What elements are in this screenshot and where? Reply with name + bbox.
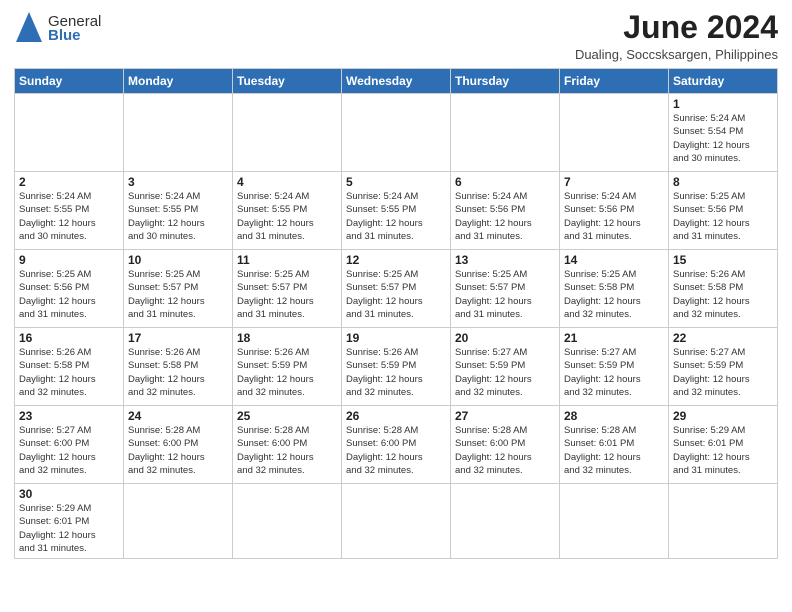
day-17: 17 Sunrise: 5:26 AMSunset: 5:58 PMDaylig… — [124, 328, 233, 406]
title-area: June 2024 Dualing, Soccsksargen, Philipp… — [575, 10, 778, 62]
header-wednesday: Wednesday — [342, 69, 451, 94]
month-title: June 2024 — [575, 10, 778, 45]
day-11: 11 Sunrise: 5:25 AMSunset: 5:57 PMDaylig… — [233, 250, 342, 328]
day-6: 6 Sunrise: 5:24 AMSunset: 5:56 PMDayligh… — [451, 172, 560, 250]
day-20: 20 Sunrise: 5:27 AMSunset: 5:59 PMDaylig… — [451, 328, 560, 406]
week-row-3: 9 Sunrise: 5:25 AMSunset: 5:56 PMDayligh… — [15, 250, 778, 328]
day-12: 12 Sunrise: 5:25 AMSunset: 5:57 PMDaylig… — [342, 250, 451, 328]
day-10: 10 Sunrise: 5:25 AMSunset: 5:57 PMDaylig… — [124, 250, 233, 328]
day-5: 5 Sunrise: 5:24 AMSunset: 5:55 PMDayligh… — [342, 172, 451, 250]
day-26: 26 Sunrise: 5:28 AMSunset: 6:00 PMDaylig… — [342, 406, 451, 484]
week-row-6: 30 Sunrise: 5:29 AMSunset: 6:01 PMDaylig… — [15, 484, 778, 559]
empty-cell — [124, 484, 233, 559]
empty-cell — [560, 94, 669, 172]
week-row-4: 16 Sunrise: 5:26 AMSunset: 5:58 PMDaylig… — [15, 328, 778, 406]
week-row-5: 23 Sunrise: 5:27 AMSunset: 6:00 PMDaylig… — [15, 406, 778, 484]
day-1: 1 Sunrise: 5:24 AMSunset: 5:54 PMDayligh… — [669, 94, 778, 172]
logo: General Blue — [14, 10, 101, 46]
page: General Blue June 2024 Dualing, Soccsksa… — [0, 0, 792, 612]
day-15: 15 Sunrise: 5:26 AMSunset: 5:58 PMDaylig… — [669, 250, 778, 328]
header-tuesday: Tuesday — [233, 69, 342, 94]
day-8: 8 Sunrise: 5:25 AMSunset: 5:56 PMDayligh… — [669, 172, 778, 250]
header: General Blue June 2024 Dualing, Soccsksa… — [14, 10, 778, 62]
logo-triangle-icon — [14, 10, 44, 46]
day-19: 19 Sunrise: 5:26 AMSunset: 5:59 PMDaylig… — [342, 328, 451, 406]
day-24: 24 Sunrise: 5:28 AMSunset: 6:00 PMDaylig… — [124, 406, 233, 484]
day-29: 29 Sunrise: 5:29 AMSunset: 6:01 PMDaylig… — [669, 406, 778, 484]
empty-cell — [560, 484, 669, 559]
day-16: 16 Sunrise: 5:26 AMSunset: 5:58 PMDaylig… — [15, 328, 124, 406]
empty-cell — [669, 484, 778, 559]
day-4: 4 Sunrise: 5:24 AMSunset: 5:55 PMDayligh… — [233, 172, 342, 250]
day-21: 21 Sunrise: 5:27 AMSunset: 5:59 PMDaylig… — [560, 328, 669, 406]
header-friday: Friday — [560, 69, 669, 94]
logo-container: General Blue — [14, 10, 101, 46]
empty-cell — [233, 484, 342, 559]
header-saturday: Saturday — [669, 69, 778, 94]
day-9: 9 Sunrise: 5:25 AMSunset: 5:56 PMDayligh… — [15, 250, 124, 328]
empty-cell — [342, 484, 451, 559]
calendar-table: Sunday Monday Tuesday Wednesday Thursday… — [14, 68, 778, 559]
day-number-1: 1 — [673, 97, 773, 111]
day-14: 14 Sunrise: 5:25 AMSunset: 5:58 PMDaylig… — [560, 250, 669, 328]
empty-cell — [233, 94, 342, 172]
week-row-2: 2 Sunrise: 5:24 AMSunset: 5:55 PMDayligh… — [15, 172, 778, 250]
location: Dualing, Soccsksargen, Philippines — [575, 47, 778, 62]
day-2: 2 Sunrise: 5:24 AMSunset: 5:55 PMDayligh… — [15, 172, 124, 250]
header-sunday: Sunday — [15, 69, 124, 94]
day-13: 13 Sunrise: 5:25 AMSunset: 5:57 PMDaylig… — [451, 250, 560, 328]
empty-cell — [124, 94, 233, 172]
empty-cell — [15, 94, 124, 172]
logo-text-block: General Blue — [48, 13, 101, 44]
day-25: 25 Sunrise: 5:28 AMSunset: 6:00 PMDaylig… — [233, 406, 342, 484]
day-30: 30 Sunrise: 5:29 AMSunset: 6:01 PMDaylig… — [15, 484, 124, 559]
day-3: 3 Sunrise: 5:24 AMSunset: 5:55 PMDayligh… — [124, 172, 233, 250]
empty-cell — [342, 94, 451, 172]
day-23: 23 Sunrise: 5:27 AMSunset: 6:00 PMDaylig… — [15, 406, 124, 484]
empty-cell — [451, 94, 560, 172]
header-monday: Monday — [124, 69, 233, 94]
week-row-1: 1 Sunrise: 5:24 AMSunset: 5:54 PMDayligh… — [15, 94, 778, 172]
day-7: 7 Sunrise: 5:24 AMSunset: 5:56 PMDayligh… — [560, 172, 669, 250]
empty-cell — [451, 484, 560, 559]
day-info-1: Sunrise: 5:24 AMSunset: 5:54 PMDaylight:… — [673, 112, 773, 165]
header-thursday: Thursday — [451, 69, 560, 94]
day-18: 18 Sunrise: 5:26 AMSunset: 5:59 PMDaylig… — [233, 328, 342, 406]
day-28: 28 Sunrise: 5:28 AMSunset: 6:01 PMDaylig… — [560, 406, 669, 484]
day-27: 27 Sunrise: 5:28 AMSunset: 6:00 PMDaylig… — [451, 406, 560, 484]
weekday-header-row: Sunday Monday Tuesday Wednesday Thursday… — [15, 69, 778, 94]
day-22: 22 Sunrise: 5:27 AMSunset: 5:59 PMDaylig… — [669, 328, 778, 406]
